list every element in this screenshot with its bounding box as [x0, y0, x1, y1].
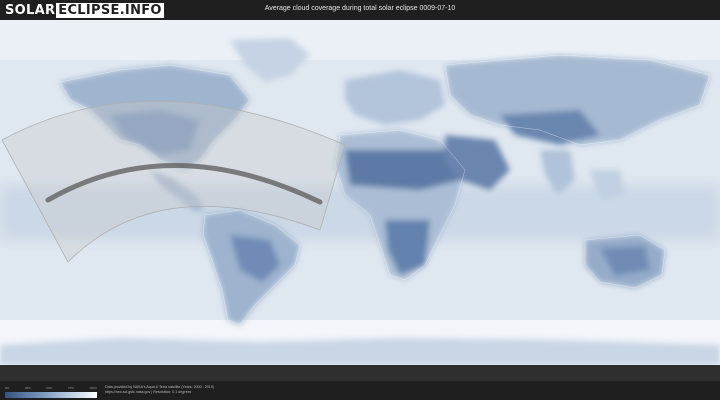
scale-tick: 75%: [67, 386, 74, 390]
data-credit: Data provided by NASA's Aqua & Terra sat…: [105, 385, 214, 395]
header-bar: SOLAR ECLIPSE.INFO Average cloud coverag…: [0, 0, 720, 20]
scale-gradient-bar: [5, 392, 97, 398]
scale-tick: 100%: [89, 386, 97, 390]
scale-tick: 25%: [24, 386, 31, 390]
footer-bar: 0% 25% 50% 75% 100% Data provided by NAS…: [0, 381, 720, 400]
scale-tick: 50%: [46, 386, 53, 390]
map-bottom-band: [0, 365, 720, 381]
scale-ticks: 0% 25% 50% 75% 100%: [5, 386, 97, 390]
credit-line-url: https://neo.sci.gsfc.nasa.gov | Resoluti…: [105, 390, 192, 394]
page-title: Average cloud coverage during total sola…: [264, 5, 456, 12]
cloud-coverage-scale: 0% 25% 50% 75% 100%: [5, 386, 97, 398]
scale-tick: 0%: [5, 386, 10, 390]
cloud-coverage-map: [0, 20, 720, 381]
